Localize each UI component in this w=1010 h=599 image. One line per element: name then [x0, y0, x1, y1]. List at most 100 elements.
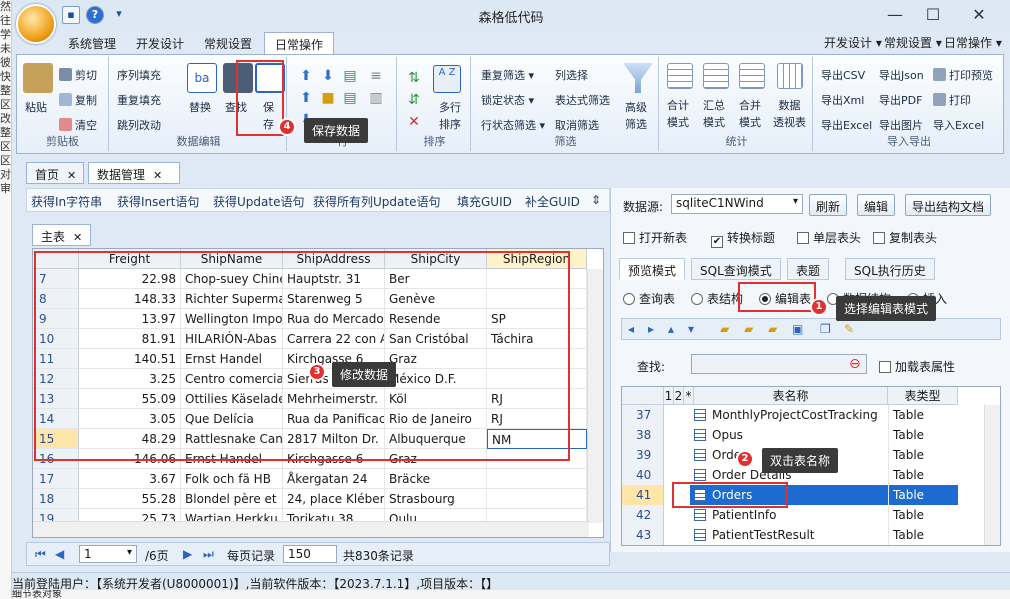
cell-shipaddress[interactable]: 24, place Kléber — [283, 489, 385, 509]
row-filter-button[interactable]: 行状态筛选 ▾ — [481, 117, 545, 133]
folder-add-icon[interactable]: ▰ — [720, 322, 729, 336]
app-menu-button[interactable] — [16, 4, 56, 44]
cell-shipname[interactable]: Folk och fä HB — [181, 469, 283, 489]
more-icon[interactable]: ⇕ — [591, 193, 601, 207]
tab-table-title[interactable]: 表题 — [787, 258, 830, 280]
insert-row-icon[interactable]: ▤ — [343, 91, 357, 105]
tab-dev-design[interactable]: 开发设计 — [126, 32, 194, 54]
tab-preview-mode[interactable]: 预览模式 — [619, 258, 686, 280]
nav-down-icon[interactable]: ▾ — [688, 322, 694, 336]
cell-shipaddress[interactable]: Åkergatan 24 — [283, 469, 385, 489]
load-props-checkbox[interactable] — [879, 361, 891, 373]
cell-shipregion[interactable] — [487, 469, 587, 489]
nav-prev-icon[interactable]: ▸ — [648, 322, 654, 336]
datasource-select[interactable]: sqliteC1NWind ▾ — [671, 194, 803, 214]
menu-dev-design[interactable]: 开发设计 ▾ — [824, 34, 882, 51]
mode-query-table[interactable]: 查询表 — [623, 290, 675, 307]
fill-seq-button[interactable]: 序列填充 — [117, 67, 161, 83]
save-icon[interactable]: ▣ — [792, 322, 803, 336]
tab-daily-ops[interactable]: 日常操作 — [264, 32, 335, 54]
first-page-icon[interactable]: ⏮ — [35, 547, 46, 562]
folder-delete-icon[interactable]: ▰ — [768, 322, 777, 336]
grid-vertical-scrollbar[interactable] — [587, 269, 603, 523]
single-header-checkbox[interactable] — [797, 232, 809, 244]
tab-sql-history[interactable]: SQL执行历史 — [845, 258, 935, 280]
dup-filter-button[interactable]: 重复筛选 ▾ — [481, 67, 534, 83]
tab-home[interactable]: 首页 ✕ — [26, 162, 84, 184]
tab-main-table[interactable]: 主表 ✕ — [32, 224, 92, 246]
load-props-option[interactable]: 加载表属性 — [879, 358, 955, 375]
table-name-item[interactable]: PatientTestResult — [690, 525, 888, 545]
copy-button[interactable]: 复制 — [59, 92, 97, 108]
export-pdf-button[interactable]: 导出PDF — [879, 92, 922, 108]
table-name-item[interactable]: PatientInfo — [690, 505, 888, 525]
tree-header-table-type[interactable]: 表类型 — [888, 387, 958, 405]
maximize-button[interactable]: ☐ — [918, 4, 948, 26]
query-table-radio[interactable] — [623, 293, 635, 305]
mode-table-structure[interactable]: 表结构 — [691, 290, 743, 307]
lock-state-button[interactable]: 锁定状态 ▾ — [481, 92, 534, 108]
copy-icon[interactable]: ❐ — [820, 322, 831, 336]
jump-edit-button[interactable]: 跳列改动 — [117, 117, 161, 133]
close-button[interactable]: ✕ — [964, 4, 994, 26]
tab-data-management[interactable]: 数据管理 ✕ — [88, 162, 180, 184]
refresh-button[interactable]: 刷新 — [809, 194, 848, 216]
cell-freight[interactable]: 55.28 — [79, 489, 181, 509]
replace-button[interactable]: 替换 — [189, 99, 211, 115]
advanced-filter-button[interactable]: 高级 筛选 — [625, 99, 647, 133]
export-image-button[interactable]: 导出图片 — [879, 117, 923, 133]
tab-system[interactable]: 系统管理 — [58, 32, 126, 54]
cell-shipname[interactable]: Blondel père et — [181, 489, 283, 509]
cut-button[interactable]: 剪切 — [59, 67, 97, 83]
table-structure-radio[interactable] — [691, 293, 703, 305]
import-excel-button[interactable]: 导入Excel — [933, 117, 984, 133]
add-row-icon[interactable]: ▤ — [343, 69, 357, 83]
total-mode-button[interactable]: 合计 模式 — [667, 97, 689, 131]
grid-horizontal-scrollbar[interactable] — [33, 521, 589, 537]
prev-page-icon[interactable]: ◀ — [55, 547, 64, 561]
sort-desc-icon[interactable]: ⇵ — [407, 93, 421, 107]
cell-freight[interactable]: 3.67 — [79, 469, 181, 489]
move-top-icon[interactable]: ⬆ — [299, 69, 313, 83]
move-up-icon[interactable]: ⬆ — [299, 91, 313, 105]
convert-title-checkbox[interactable]: ✔ — [711, 236, 723, 248]
folder-tree-icon[interactable]: ▰ — [744, 322, 753, 336]
close-icon[interactable]: ✕ — [73, 231, 82, 244]
list-icon[interactable]: ≡ — [369, 69, 383, 83]
get-all-update-button[interactable]: 获得所有列Update语句 — [313, 193, 440, 210]
sort-clear-icon[interactable]: ✕ — [407, 115, 421, 129]
tab-sql-query-mode[interactable]: SQL查询模式 — [691, 258, 781, 280]
cell-shipcity[interactable]: Strasbourg — [385, 489, 487, 509]
copy-header-option[interactable]: 复制表头 — [873, 229, 937, 246]
search-input[interactable] — [691, 354, 867, 374]
next-page-icon[interactable]: ▶ — [183, 547, 192, 561]
export-doc-button[interactable]: 导出结构文档 — [905, 194, 992, 216]
merge-mode-button[interactable]: 合并 模式 — [739, 97, 761, 131]
print-button[interactable]: 打印 — [933, 92, 971, 108]
row-header[interactable]: 18 — [33, 489, 79, 509]
move-bottom-icon[interactable]: ⬇ — [321, 69, 335, 83]
close-icon[interactable]: ✕ — [67, 169, 76, 182]
edit-button[interactable]: 编辑 — [857, 194, 896, 216]
table-name-item[interactable]: Opus — [690, 425, 888, 445]
fill-repeat-button[interactable]: 重复填充 — [117, 92, 161, 108]
clear-search-icon[interactable]: ⊖ — [849, 356, 861, 372]
paste-button[interactable]: 粘贴 — [25, 99, 47, 115]
export-xml-button[interactable]: 导出Xml — [821, 92, 864, 108]
db-icon[interactable]: ▥ — [369, 91, 383, 105]
row-header[interactable]: 17 — [33, 469, 79, 489]
last-page-icon[interactable]: ⏭ — [203, 547, 214, 562]
sort-asc-icon[interactable]: ⇅ — [407, 71, 421, 85]
menu-daily-ops[interactable]: 日常操作 ▾ — [944, 34, 1002, 51]
per-page-input[interactable]: 150 — [283, 545, 337, 563]
complete-guid-button[interactable]: 补全GUID — [525, 193, 580, 210]
get-update-button[interactable]: 获得Update语句 — [213, 193, 304, 210]
nav-up-icon[interactable]: ▴ — [668, 322, 674, 336]
get-insert-button[interactable]: 获得Insert语句 — [117, 193, 199, 210]
lock-icon[interactable]: ■ — [321, 91, 335, 105]
convert-title-option[interactable]: ✔ 转换标题 — [711, 229, 775, 248]
edit-icon[interactable]: ✎ — [844, 322, 854, 336]
export-excel-button[interactable]: 导出Excel — [821, 117, 872, 133]
tree-header-table-name[interactable]: 表名称 — [694, 387, 888, 405]
tab-settings[interactable]: 常规设置 — [194, 32, 262, 54]
